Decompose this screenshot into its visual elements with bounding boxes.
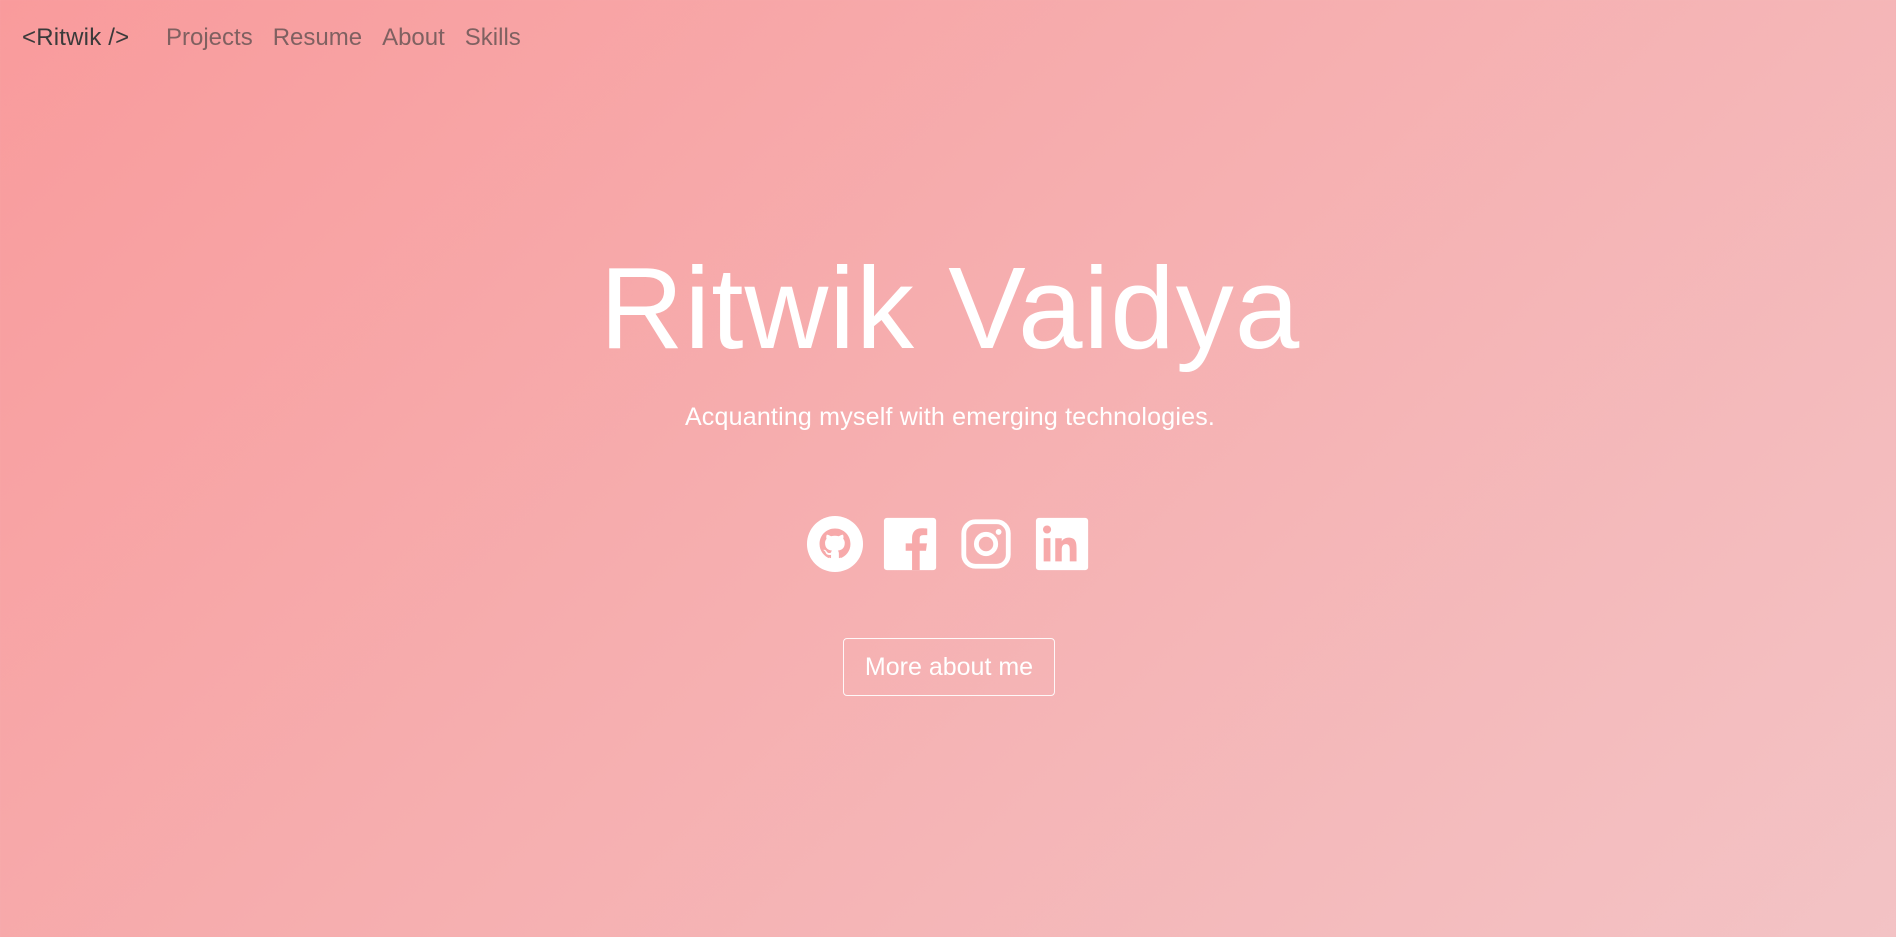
facebook-icon [883,517,937,571]
linkedin-icon [1035,517,1089,571]
instagram-icon [961,519,1011,569]
hero-section: Ritwik Vaidya Acquanting myself with eme… [0,0,1896,937]
hero-subtitle: Acquanting myself with emerging technolo… [684,403,1216,431]
more-about-me-button[interactable]: More about me [843,638,1055,696]
linkedin-link[interactable] [1034,514,1092,574]
hero-title: Ritwik Vaidya [599,243,1301,373]
github-link[interactable] [806,514,864,574]
social-links [806,514,1092,574]
instagram-link[interactable] [958,514,1016,574]
github-icon [806,515,864,573]
facebook-link[interactable] [882,514,940,574]
